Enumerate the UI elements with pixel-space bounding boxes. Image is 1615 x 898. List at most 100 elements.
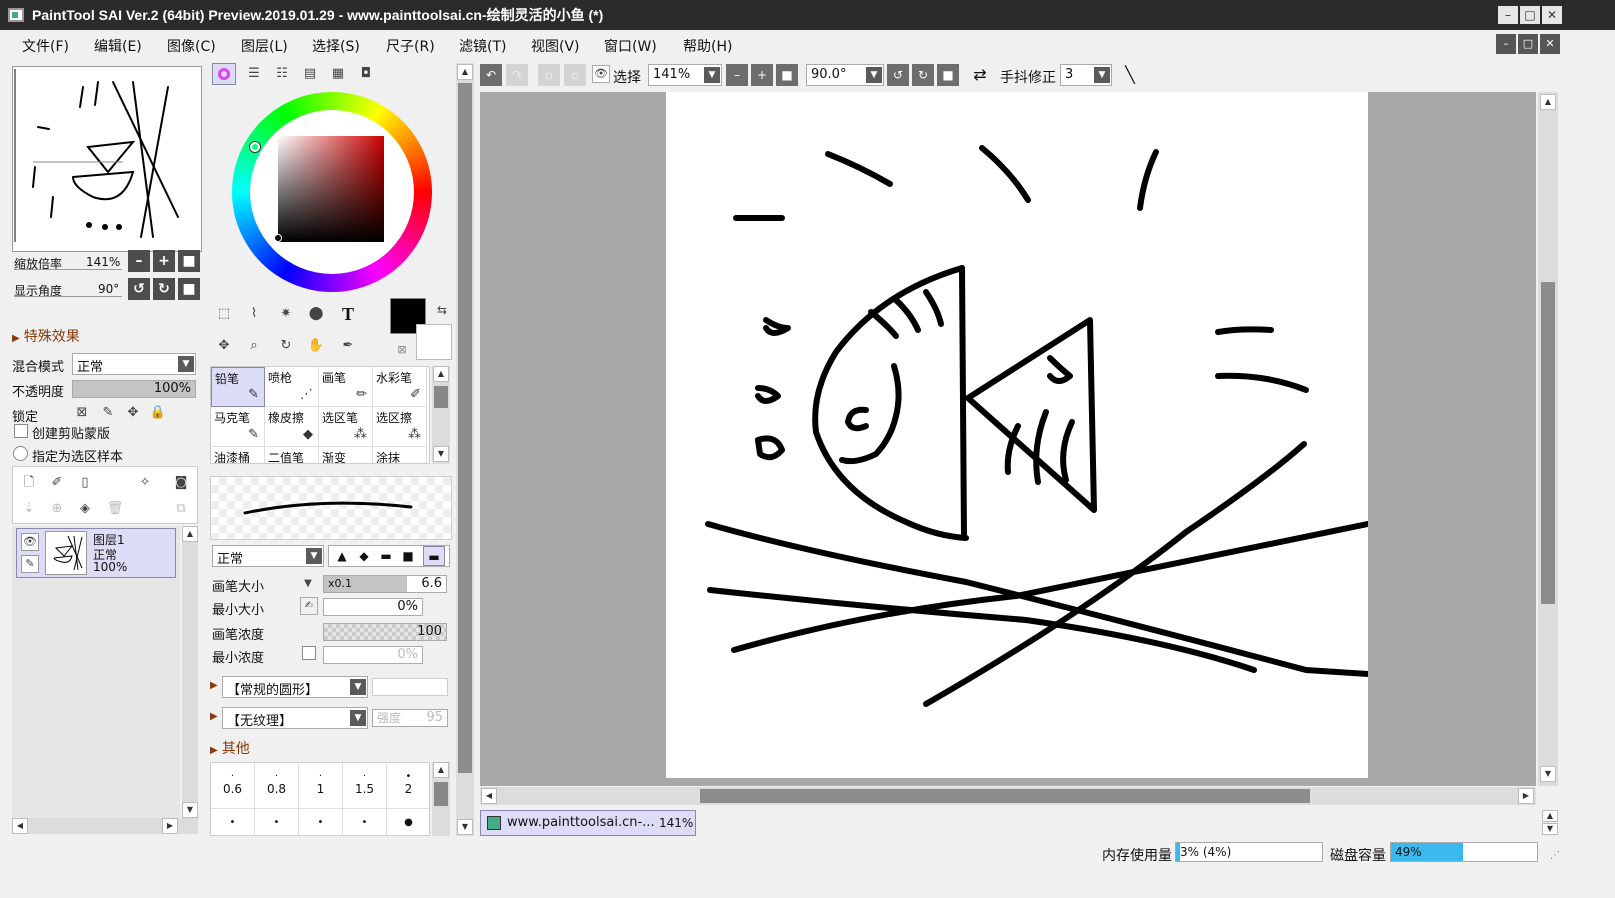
- layer-row[interactable]: 👁 ✎ 图层1 正常 100%: [16, 528, 176, 578]
- swap-colors-icon[interactable]: ⇆: [432, 300, 452, 320]
- shape-expand-icon[interactable]: ▶: [210, 680, 218, 691]
- navigator-preview[interactable]: [12, 66, 202, 252]
- min-size-slider[interactable]: 0%: [323, 598, 423, 616]
- shape-strength-field[interactable]: [372, 678, 448, 696]
- brush-gradient[interactable]: 渐变: [319, 447, 373, 463]
- dot-size-row2[interactable]: •: [211, 809, 255, 835]
- zoom-out-button[interactable]: –: [128, 250, 150, 272]
- texture-strength-field[interactable]: 强度 95: [372, 709, 448, 727]
- layer-settings-icon[interactable]: ⧉: [171, 499, 191, 519]
- pen-icon[interactable]: ✎: [21, 555, 39, 573]
- close-button[interactable]: ✕: [1542, 6, 1562, 24]
- scroll-left-icon[interactable]: ◀: [12, 818, 28, 834]
- tool-panel-scrollbar[interactable]: ▲ ▼: [456, 63, 474, 836]
- drawing-canvas[interactable]: [666, 92, 1371, 778]
- brush-brush[interactable]: 画笔 ✏: [319, 367, 373, 407]
- menu-help[interactable]: 帮助(H): [683, 36, 732, 56]
- brush-eraser[interactable]: 橡皮擦 ◆: [265, 407, 319, 447]
- layer-list-hscroll[interactable]: ◀ ▶: [12, 818, 198, 834]
- dot-size-1[interactable]: · 1: [299, 763, 343, 809]
- doc-close-button[interactable]: ✕: [1540, 34, 1560, 54]
- brush-shape-select[interactable]: 【常规的圆形】 ▼: [222, 676, 368, 698]
- rect-select-icon[interactable]: ⬚: [214, 304, 234, 324]
- size-dropdown-icon[interactable]: ▼: [298, 574, 318, 594]
- zoom-reset-button[interactable]: ■: [776, 64, 798, 86]
- zoom-out-button[interactable]: –: [726, 64, 748, 86]
- zoom-reset-button[interactable]: ■: [178, 250, 200, 272]
- scroll-thumb[interactable]: [700, 789, 1310, 803]
- deselect-icon[interactable]: ▫: [538, 64, 560, 86]
- rotate-left-button[interactable]: ↺: [887, 64, 909, 86]
- dot-size-0-6[interactable]: · 0.6: [211, 763, 255, 809]
- delete-layer-icon[interactable]: 🗑: [105, 499, 125, 519]
- eye-icon[interactable]: 👁: [592, 65, 610, 83]
- shape-sharp-icon[interactable]: ▲: [331, 546, 353, 566]
- scroll-up-icon[interactable]: ▲: [1540, 94, 1556, 110]
- layer-list-scrollbar[interactable]: ▲ ▼: [182, 526, 198, 818]
- background-color-swatch[interactable]: [416, 324, 452, 360]
- selection-sample-radio[interactable]: [13, 446, 28, 461]
- swatches-tab-icon[interactable]: ▤: [300, 64, 320, 84]
- lock-transparency-icon[interactable]: ⊠: [72, 403, 92, 423]
- eye-icon[interactable]: 👁: [21, 533, 39, 551]
- brush-bucket[interactable]: 油漆桶: [211, 447, 265, 463]
- rotate-reset-button[interactable]: ■: [937, 64, 959, 86]
- dot-size-1-5[interactable]: · 1.5: [343, 763, 387, 809]
- shape-square-icon[interactable]: ■: [397, 546, 419, 566]
- move-icon[interactable]: ✥: [214, 336, 234, 356]
- copy-layer-icon[interactable]: ⊕: [47, 499, 67, 519]
- menu-ruler[interactable]: 尺子(R): [386, 36, 435, 56]
- minimize-button[interactable]: –: [1498, 6, 1518, 24]
- texture-expand-icon[interactable]: ▶: [210, 711, 218, 722]
- menu-edit[interactable]: 编辑(E): [94, 36, 142, 56]
- lock-move-icon[interactable]: ✥: [123, 403, 143, 423]
- color-picker-handle[interactable]: [274, 234, 282, 242]
- palette-tab-icon[interactable]: ◘: [356, 64, 376, 84]
- zoom-slider[interactable]: [14, 269, 122, 270]
- brush-marker[interactable]: 马克笔 ✎: [211, 407, 265, 447]
- dot-size-row2[interactable]: ●: [387, 809, 429, 835]
- layer-effect-icon[interactable]: ✧: [135, 473, 155, 493]
- scratchpad-tab-icon[interactable]: ▦: [328, 64, 348, 84]
- scroll-down-icon[interactable]: ▼: [457, 819, 473, 835]
- brush-binary[interactable]: 二值笔: [265, 447, 319, 463]
- scroll-thumb[interactable]: [458, 83, 472, 773]
- scroll-down-icon[interactable]: ▼: [433, 446, 449, 462]
- hsv-slider-tab-icon[interactable]: ☷: [272, 64, 292, 84]
- canvas-zoom-select[interactable]: 141% ▼: [648, 64, 722, 86]
- color-wheel[interactable]: [232, 92, 432, 292]
- doc-minimize-button[interactable]: –: [1496, 34, 1516, 54]
- canvas-hscrollbar[interactable]: ◀ ▶: [480, 787, 1536, 805]
- scroll-up-icon[interactable]: ▲: [433, 366, 449, 382]
- brush-texture-select[interactable]: 【无纹理】 ▼: [222, 707, 368, 729]
- redo-icon[interactable]: ↷: [506, 64, 528, 86]
- brush-size-slider[interactable]: x0.1 6.6: [323, 575, 447, 593]
- clip-mask-checkbox[interactable]: [14, 424, 28, 438]
- scroll-right-icon[interactable]: ▶: [1518, 788, 1534, 804]
- flip-horizontal-icon[interactable]: ⇄: [970, 65, 990, 85]
- lock-all-icon[interactable]: 🔒: [148, 403, 168, 423]
- canvas-vscrollbar[interactable]: ▲ ▼: [1538, 92, 1558, 786]
- new-layer-icon[interactable]: 🗋: [19, 473, 39, 493]
- scroll-down-icon[interactable]: ▼: [182, 802, 198, 818]
- resize-grip-icon[interactable]: ⋰: [1545, 846, 1565, 866]
- scroll-up-icon[interactable]: ▲: [457, 64, 473, 80]
- new-folder-icon[interactable]: ▯: [75, 473, 95, 493]
- brush-select-pen[interactable]: 选区笔 ⁂: [319, 407, 373, 447]
- hue-picker-handle[interactable]: [250, 142, 260, 152]
- scroll-down-icon[interactable]: ▼: [1540, 766, 1556, 782]
- menu-file[interactable]: 文件(F): [22, 36, 69, 56]
- magic-wand-icon[interactable]: ✷: [276, 304, 296, 324]
- clear-layer-icon[interactable]: ◈: [75, 499, 95, 519]
- dot-size-0-8[interactable]: · 0.8: [255, 763, 299, 809]
- scroll-down-icon[interactable]: ▼: [1542, 823, 1558, 835]
- density-slider[interactable]: 100: [323, 623, 447, 641]
- scroll-up-icon[interactable]: ▲: [182, 526, 198, 542]
- scroll-up-icon[interactable]: ▲: [1542, 810, 1558, 822]
- menu-filter[interactable]: 滤镜(T): [459, 36, 506, 56]
- brush-blur[interactable]: 涂抹: [373, 447, 427, 463]
- zoom-in-button[interactable]: +: [153, 250, 175, 272]
- pressure-size-icon[interactable]: ✍: [300, 597, 318, 615]
- shape-block-icon[interactable]: ▬: [423, 546, 445, 566]
- lasso-icon[interactable]: ⌇: [244, 304, 264, 324]
